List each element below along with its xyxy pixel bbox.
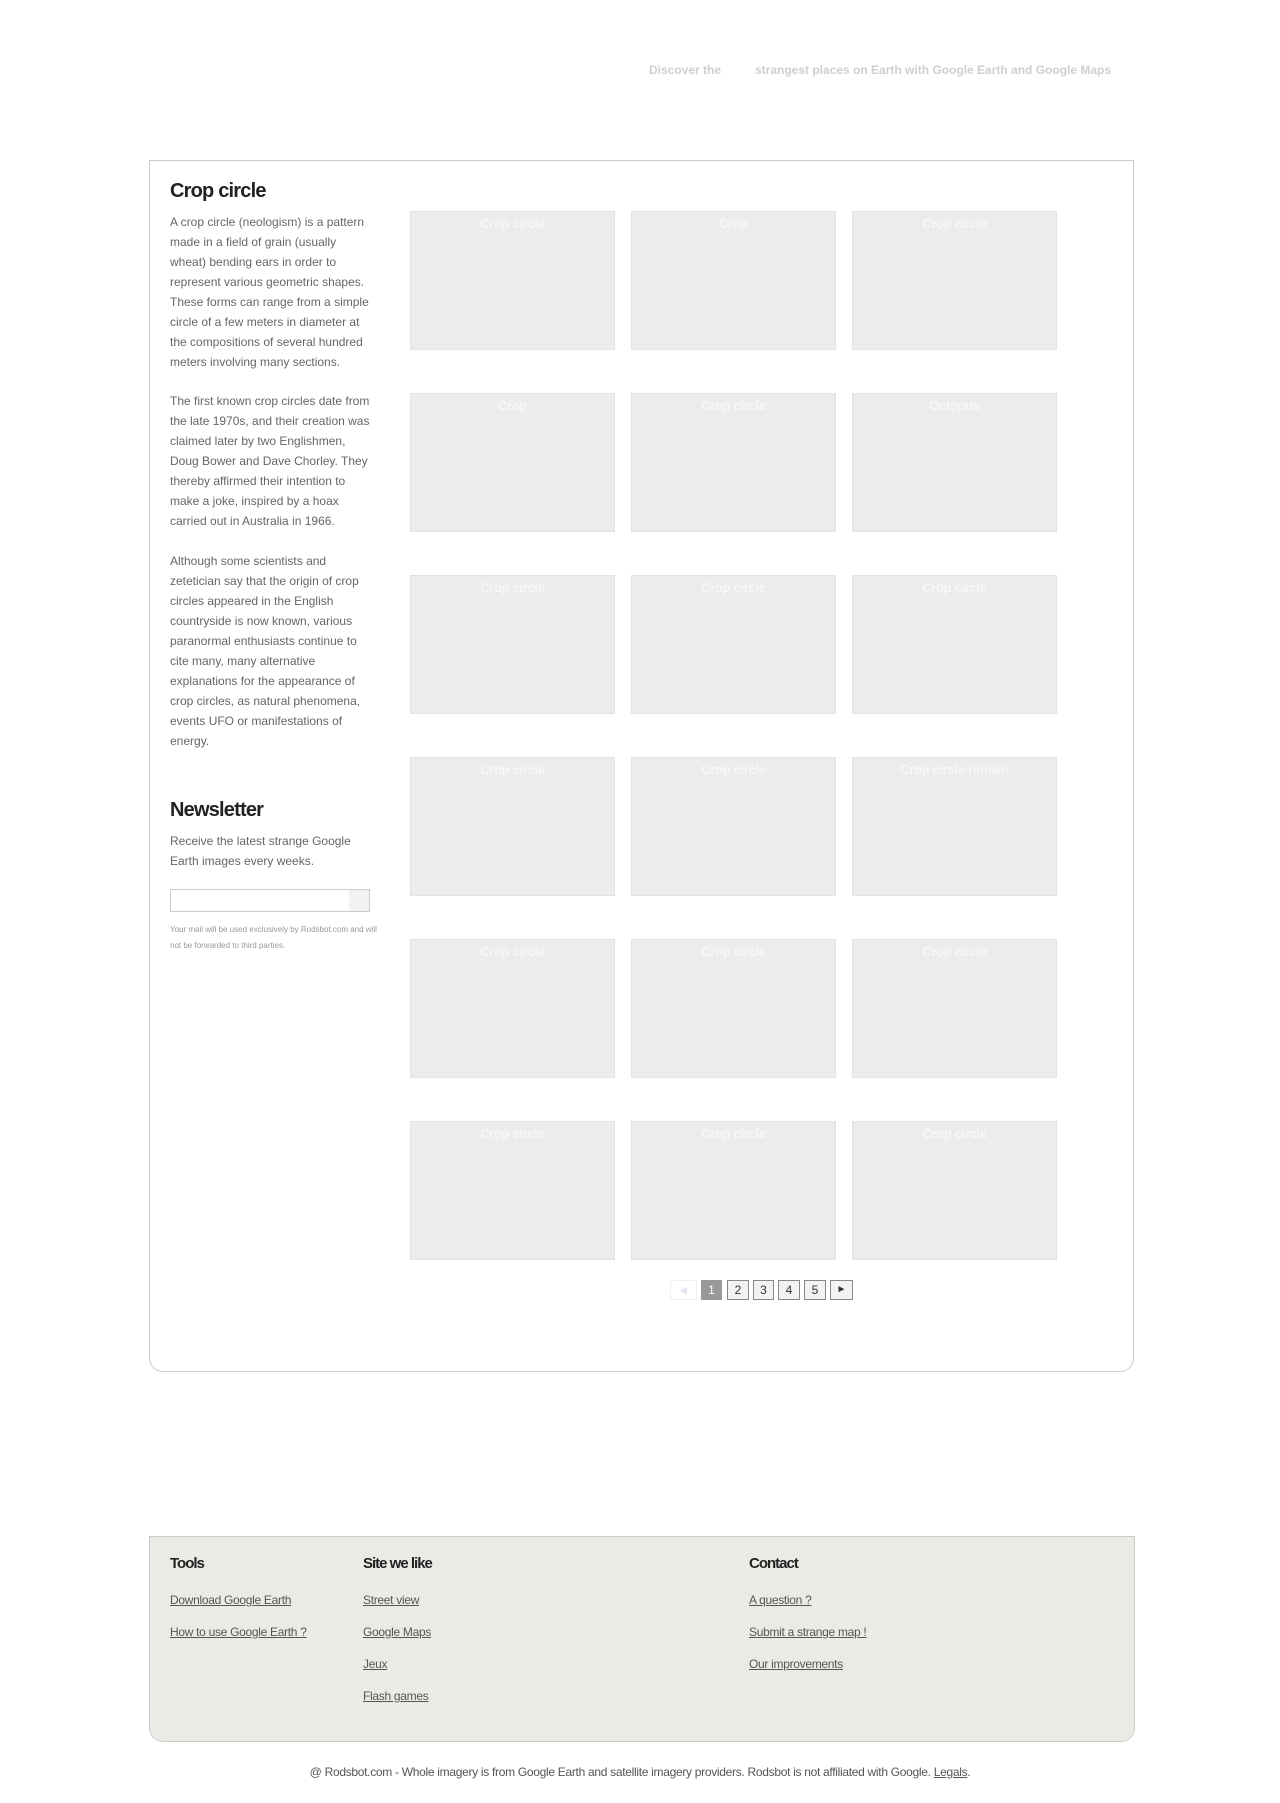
- thumbnail[interactable]: Crop circle remain: [852, 757, 1057, 896]
- thumbnail[interactable]: Crop circle: [852, 939, 1057, 1078]
- thumbnail[interactable]: Crop: [631, 211, 836, 350]
- thumbnail[interactable]: Crop: [410, 393, 615, 532]
- thumbnail[interactable]: Crop circle: [410, 757, 615, 896]
- thumbnail-caption: Crop circle: [701, 1126, 766, 1141]
- prev-page-button[interactable]: ◄: [670, 1280, 697, 1300]
- footer-link-download-google-earth[interactable]: Download Google Earth: [170, 1593, 291, 1607]
- description-paragraph: A crop circle (neologism) is a pattern m…: [170, 215, 369, 369]
- copyright-end: .: [967, 1765, 971, 1779]
- footer-link-google-maps[interactable]: Google Maps: [363, 1625, 431, 1639]
- copyright-text: @ Rodsbot.com - Whole imagery is from Go…: [309, 1765, 931, 1779]
- thumbnail-caption: Crop circle: [480, 580, 545, 595]
- thumbnail[interactable]: Crop circle: [631, 1121, 836, 1260]
- thumbnail[interactable]: Crop circle: [410, 939, 615, 1078]
- thumbnail-caption: Crop circle: [922, 1126, 987, 1141]
- thumbnail-caption: Crop circle: [922, 580, 987, 595]
- copyright: @ Rodsbot.com - Whole imagery is from Go…: [0, 1765, 1280, 1779]
- legals-link[interactable]: Legals: [934, 1765, 968, 1779]
- page-5-button[interactable]: 5: [804, 1280, 826, 1300]
- thumbnail[interactable]: Crop circle: [852, 211, 1057, 350]
- thumbnail[interactable]: Crop circle: [631, 393, 836, 532]
- thumbnail[interactable]: Crop circle: [631, 575, 836, 714]
- next-page-button[interactable]: ►: [830, 1280, 853, 1300]
- thumbnail-caption: Crop circle: [480, 216, 545, 231]
- thumbnail[interactable]: Octopus: [852, 393, 1057, 532]
- newsletter-submit-button[interactable]: [349, 889, 370, 912]
- footer-link-flash-games[interactable]: Flash games: [363, 1689, 429, 1703]
- footer-tools-title: Tools: [170, 1555, 205, 1572]
- thumbnail[interactable]: Crop circle: [631, 939, 836, 1078]
- thumbnail[interactable]: Crop circle: [852, 1121, 1057, 1260]
- thumbnail-caption: Crop circle: [922, 216, 987, 231]
- description-paragraph: Although some scientists and zetetician …: [170, 554, 361, 748]
- footer-link-question[interactable]: A question ?: [749, 1593, 812, 1607]
- tagline-part1: Discover the: [649, 63, 722, 77]
- newsletter-email-input[interactable]: [170, 889, 350, 912]
- thumbnail[interactable]: Crop circle: [410, 211, 615, 350]
- footer-panel: [149, 1536, 1135, 1742]
- footer-link-improvements[interactable]: Our improvements: [749, 1657, 843, 1671]
- thumbnail-caption: Crop circle: [701, 944, 766, 959]
- footer-link-street-view[interactable]: Street view: [363, 1593, 419, 1607]
- tagline-part2: strangest places on Earth with Google Ea…: [755, 63, 1112, 77]
- footer-contact-title: Contact: [749, 1555, 799, 1572]
- page-title: Crop circle: [170, 180, 266, 202]
- thumbnail-caption: Crop circle remain: [900, 762, 1009, 777]
- page-2-button[interactable]: 2: [727, 1280, 749, 1300]
- description-paragraph: The first known crop circles date from t…: [170, 394, 370, 528]
- newsletter-disclaimer: Your mail will be used exclusively by Ro…: [170, 925, 377, 950]
- footer-sites-title: Site we like: [363, 1555, 433, 1572]
- page-1-button[interactable]: 1: [701, 1280, 722, 1300]
- thumbnail[interactable]: Crop circle: [410, 1121, 615, 1260]
- thumbnail-caption: Crop circle: [480, 1126, 545, 1141]
- thumbnail[interactable]: Crop circle: [410, 575, 615, 714]
- page-4-button[interactable]: 4: [778, 1280, 800, 1300]
- thumbnail[interactable]: Crop circle: [631, 757, 836, 896]
- newsletter-title: Newsletter: [170, 799, 264, 821]
- thumbnail-caption: Crop circle: [922, 944, 987, 959]
- thumbnail-caption: Crop circle: [701, 398, 766, 413]
- footer-link-submit-map[interactable]: Submit a strange map !: [749, 1625, 867, 1639]
- thumbnail-caption: Crop circle: [480, 944, 545, 959]
- thumbnail-caption: Crop circle: [701, 762, 766, 777]
- thumbnail-caption: Crop: [497, 398, 528, 413]
- footer-link-how-to-use[interactable]: How to use Google Earth ?: [170, 1625, 307, 1639]
- thumbnail-caption: Octopus: [929, 398, 980, 413]
- page-3-button[interactable]: 3: [753, 1280, 774, 1300]
- thumbnail-caption: Crop circle: [701, 580, 766, 595]
- thumbnail[interactable]: Crop circle: [852, 575, 1057, 714]
- footer-link-jeux[interactable]: Jeux: [363, 1657, 387, 1671]
- thumbnail-caption: Crop: [718, 216, 749, 231]
- thumbnail-caption: Crop circle: [480, 762, 545, 777]
- newsletter-description: Receive the latest strange Google Earth …: [170, 834, 351, 868]
